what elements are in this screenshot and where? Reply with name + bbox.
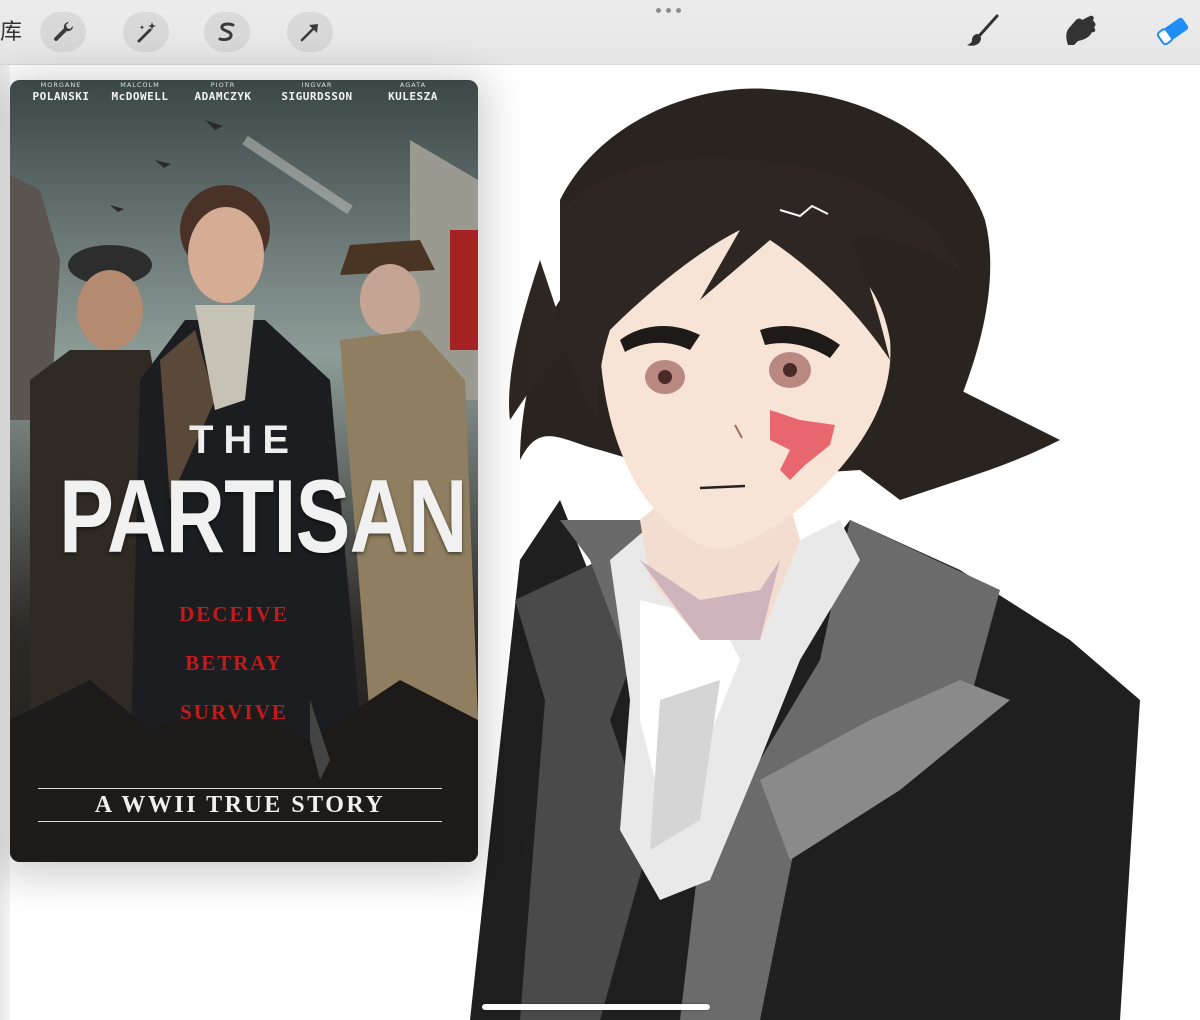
gallery-button[interactable]: 库 xyxy=(0,14,22,46)
top-toolbar: 库 xyxy=(0,0,1200,65)
eraser-icon xyxy=(1156,17,1189,46)
wrench-icon xyxy=(54,21,74,41)
cast-credit: INGVAR SIGURDSSON xyxy=(272,82,362,102)
cast-last-name: McDOWELL xyxy=(111,89,169,103)
actions-button[interactable] xyxy=(40,12,86,52)
cast-first-name: PIOTR xyxy=(210,81,236,89)
brush-icon xyxy=(967,14,999,46)
adjustments-button[interactable] xyxy=(123,12,169,52)
cast-last-name: ADAMCZYK xyxy=(194,89,252,103)
selection-s-icon xyxy=(218,22,235,42)
cast-last-name: KULESZA xyxy=(388,89,438,103)
cast-credit: MALCOLM McDOWELL xyxy=(95,82,185,102)
brush-tool-button[interactable] xyxy=(960,8,1006,54)
poster-title-the: THE xyxy=(189,418,299,462)
more-dots-icon[interactable] xyxy=(656,8,681,13)
cast-last-name: POLANSKI xyxy=(32,89,90,103)
cast-first-name: INGVAR xyxy=(301,81,333,89)
cast-credit: PIOTR ADAMCZYK xyxy=(178,82,268,102)
magic-wand-icon xyxy=(137,22,156,43)
poster-tagline: BETRAY xyxy=(185,651,283,675)
cast-last-name: SIGURDSSON xyxy=(281,89,353,103)
transform-button[interactable] xyxy=(287,12,333,52)
smudge-tool-button[interactable] xyxy=(1057,8,1103,54)
cast-first-name: AGATA xyxy=(399,81,427,89)
home-indicator[interactable] xyxy=(482,1004,710,1010)
selection-button[interactable] xyxy=(204,12,250,52)
poster-subtitle: A WWII TRUE STORY xyxy=(38,788,442,823)
arrow-cursor-icon xyxy=(300,24,318,42)
reference-image-panel[interactable]: MORGANE POLANSKI MALCOLM McDOWELL PIOTR … xyxy=(10,80,478,862)
cast-first-name: MORGANE xyxy=(40,81,82,89)
canvas-edge-shadow xyxy=(0,65,10,1020)
eraser-tool-button[interactable] xyxy=(1150,8,1196,54)
poster-tagline: SURVIVE xyxy=(180,700,288,724)
cast-credit: AGATA KULESZA xyxy=(368,82,458,102)
poster-title: PARTISAN xyxy=(59,459,467,575)
poster-tagline: DECEIVE xyxy=(179,602,289,626)
smudge-hand-icon xyxy=(1066,15,1096,45)
cast-first-name: MALCOLM xyxy=(120,81,160,89)
cast-credit: MORGANE POLANSKI xyxy=(16,82,106,102)
